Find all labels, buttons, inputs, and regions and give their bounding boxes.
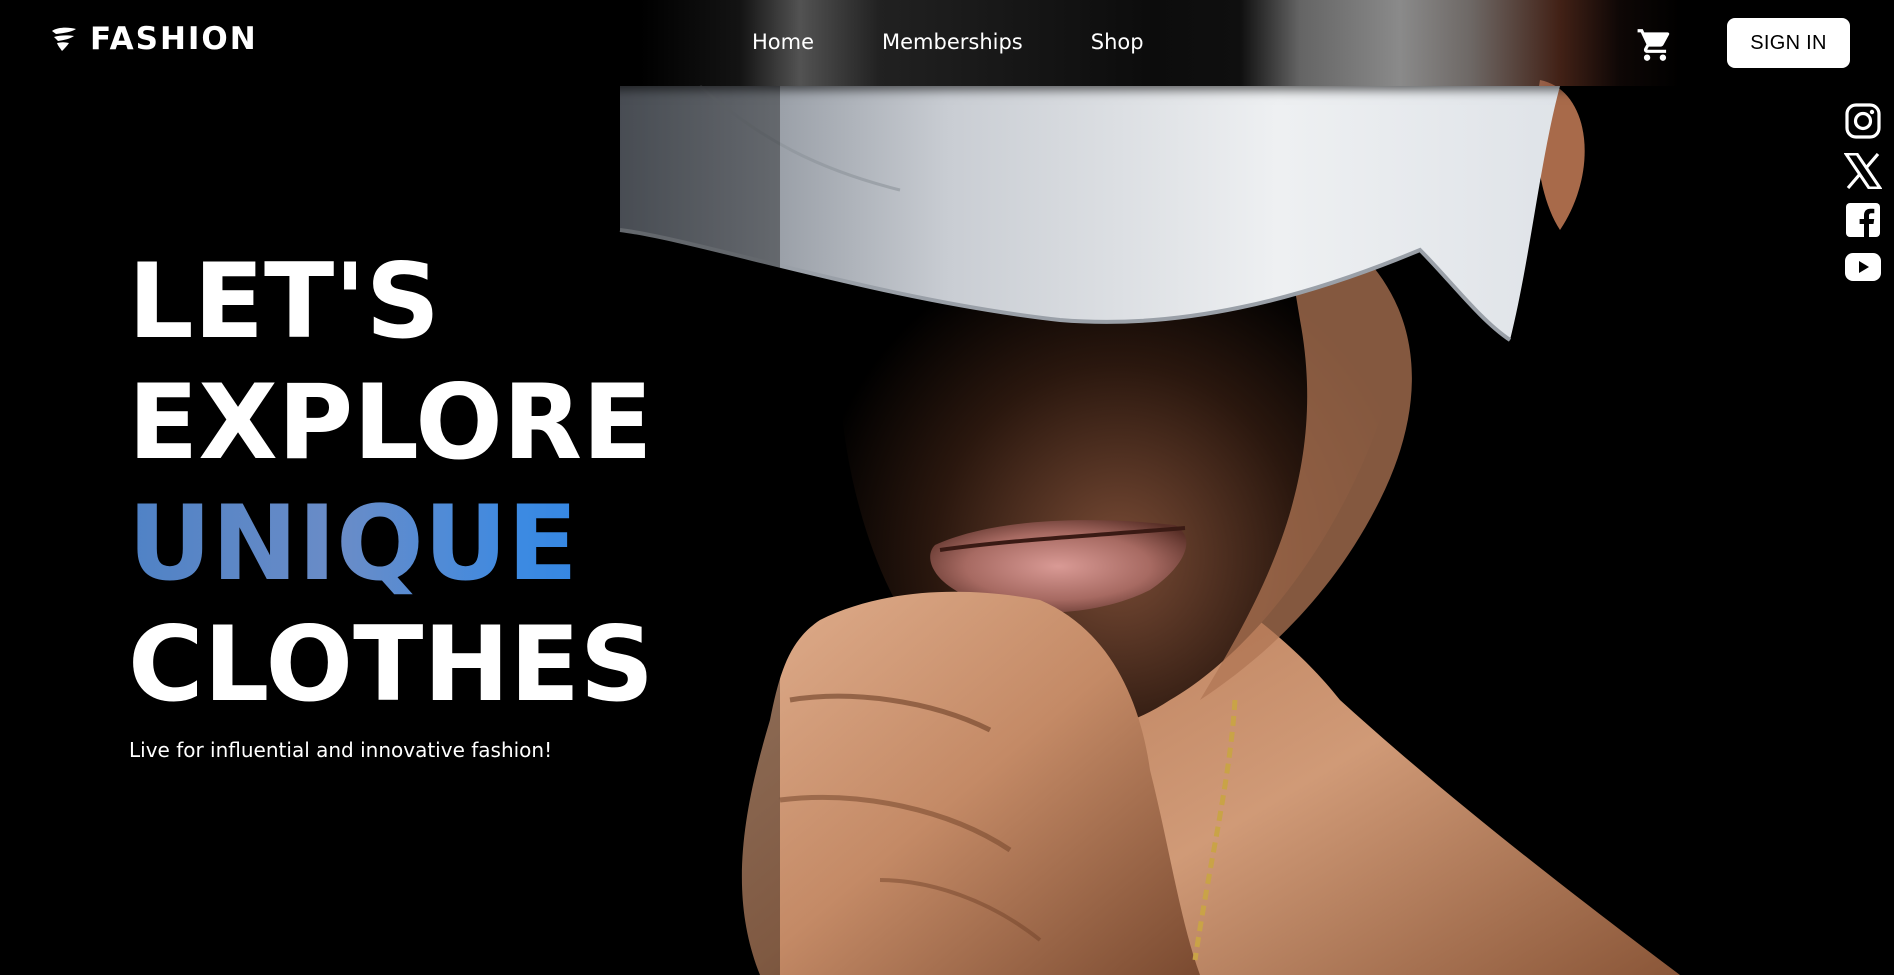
landing-page: FASHION Home Memberships Shop SIGN IN LE…	[0, 0, 1894, 975]
brand-logo[interactable]: FASHION	[50, 20, 258, 58]
instagram-icon	[1845, 103, 1881, 139]
main-nav: Home Memberships Shop	[752, 26, 1144, 58]
youtube-icon	[1845, 253, 1881, 281]
nav-link-home[interactable]: Home	[752, 26, 814, 58]
hero-line-1: LET'S	[128, 242, 440, 362]
instagram-link[interactable]	[1845, 103, 1881, 139]
x-twitter-link[interactable]	[1844, 153, 1882, 189]
sign-in-button[interactable]: SIGN IN	[1727, 18, 1850, 68]
x-twitter-icon	[1844, 153, 1882, 189]
social-links	[1843, 103, 1883, 281]
brand-name: FASHION	[90, 21, 258, 57]
fire-swoosh-icon	[52, 27, 76, 51]
hero-line-accent: UNIQUE	[128, 484, 654, 605]
shopping-cart-icon	[1637, 29, 1670, 61]
facebook-icon	[1846, 203, 1880, 237]
nav-link-shop[interactable]: Shop	[1091, 26, 1144, 58]
top-navbar: FASHION Home Memberships Shop SIGN IN	[0, 0, 1894, 86]
hero-line-2: EXPLORE	[128, 363, 653, 483]
hero-line-4: CLOTHES	[128, 605, 655, 725]
hero-subtitle: Live for influential and innovative fash…	[129, 738, 553, 762]
youtube-link[interactable]	[1845, 253, 1881, 281]
hero-heading: LET'S EXPLORE UNIQUE CLOTHES	[128, 242, 654, 726]
facebook-link[interactable]	[1846, 203, 1880, 237]
nav-link-memberships[interactable]: Memberships	[882, 26, 1023, 58]
shopping-cart-button[interactable]	[1636, 26, 1674, 64]
